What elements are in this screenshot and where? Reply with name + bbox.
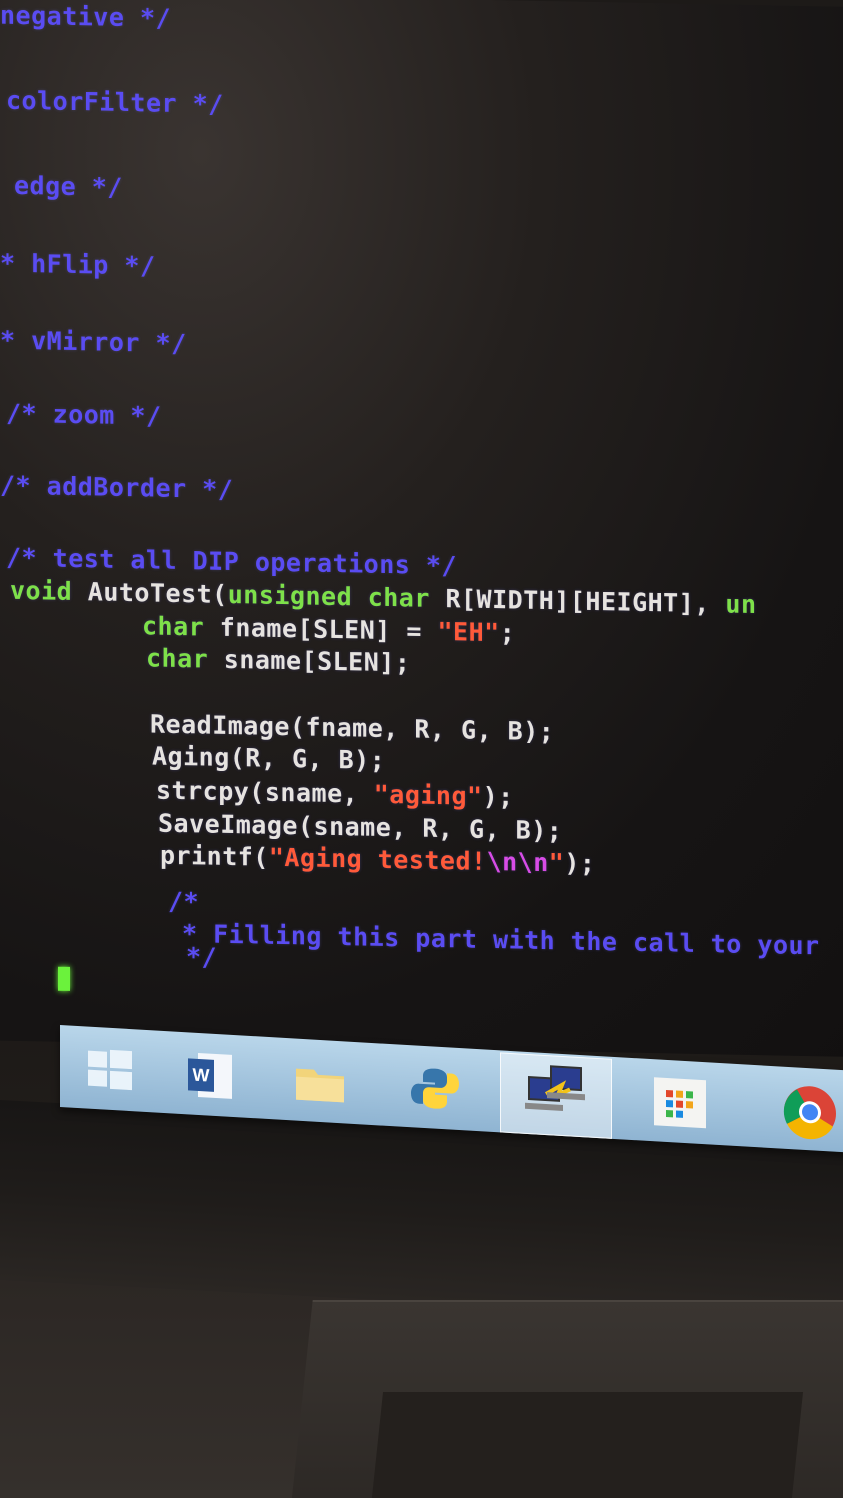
code-token-kw: void bbox=[10, 575, 88, 607]
code-token-cmt: */ bbox=[186, 942, 218, 972]
code-token-str: "aging" bbox=[373, 779, 483, 811]
code-token-txt: ); bbox=[564, 848, 596, 879]
code-line: */ bbox=[186, 942, 217, 972]
code-line: edge */ bbox=[14, 171, 123, 202]
monitor-stand bbox=[287, 1300, 843, 1498]
code-token-kw: unsigned char bbox=[227, 579, 430, 613]
chrome-icon[interactable] bbox=[770, 1080, 836, 1140]
code-token-txt: ; bbox=[499, 618, 516, 648]
code-token-cmt: /* addBorder */ bbox=[0, 470, 234, 505]
code-token-cmt: /* zoom */ bbox=[6, 398, 162, 431]
code-token-kw: un bbox=[725, 589, 757, 620]
code-token-cmt: * Filling this part with the call to you… bbox=[182, 919, 820, 961]
code-token-cmt: colorFilter */ bbox=[6, 85, 224, 119]
apps-grid-icon[interactable] bbox=[650, 1073, 710, 1132]
code-line: negative */ bbox=[0, 1, 171, 33]
code-line: * hFlip */ bbox=[0, 249, 156, 281]
stand-base bbox=[366, 1392, 804, 1498]
word-icon[interactable]: W bbox=[180, 1046, 240, 1105]
code-line: colorFilter */ bbox=[6, 86, 224, 119]
code-line: * Filling this part with the call to you… bbox=[182, 919, 820, 960]
code-token-txt: ); bbox=[482, 781, 514, 812]
svg-text:W: W bbox=[193, 1065, 210, 1086]
code-line: printf("Aging tested!\n\n"); bbox=[160, 841, 595, 878]
code-token-cmt: * hFlip */ bbox=[0, 248, 156, 281]
code-token-txt: AutoTest( bbox=[87, 577, 228, 609]
code-token-txt: sname[SLEN]; bbox=[208, 644, 411, 678]
code-token-esc: \n\n bbox=[486, 846, 549, 878]
code-line: void AutoTest(unsigned char R[WIDTH][HEI… bbox=[10, 576, 757, 619]
code-token-str: "EH" bbox=[437, 616, 500, 648]
remote-terminal-icon[interactable] bbox=[500, 1052, 612, 1139]
code-token-txt: Aging(R, G, B); bbox=[152, 741, 386, 775]
code-token-cmt: * vMirror */ bbox=[0, 325, 187, 359]
code-token-txt: SaveImage(sname, R, G, B); bbox=[158, 808, 563, 846]
code-line: /* addBorder */ bbox=[0, 471, 233, 504]
python-icon[interactable] bbox=[405, 1059, 465, 1118]
code-token-kw: char bbox=[146, 643, 209, 674]
code-token-txt: ReadImage(fname, R, G, B); bbox=[150, 709, 555, 747]
code-token-txt: fname[SLEN] = bbox=[204, 612, 438, 646]
code-line: /* zoom */ bbox=[6, 399, 162, 431]
code-line: strcpy(sname, "aging"); bbox=[156, 776, 514, 812]
code-line: char sname[SLEN]; bbox=[146, 643, 410, 677]
code-token-cmt: negative */ bbox=[0, 0, 172, 33]
code-token-str: " bbox=[548, 848, 565, 878]
code-token-txt: strcpy(sname, bbox=[156, 775, 374, 809]
code-line: SaveImage(sname, R, G, B); bbox=[158, 809, 562, 846]
code-editor[interactable]: negative */ colorFilter */ edge */ * hFlip … bbox=[0, 0, 843, 1058]
code-line: Aging(R, G, B); bbox=[152, 741, 385, 774]
code-line: /* test all DIP operations */ bbox=[6, 543, 457, 581]
code-token-cmt: /* bbox=[168, 886, 200, 917]
windows-start-icon[interactable] bbox=[80, 1040, 140, 1099]
monitor-screen: negative */ colorFilter */ edge */ * hFlip … bbox=[0, 0, 843, 1058]
code-token-txt: R[WIDTH][HEIGHT], bbox=[429, 583, 726, 619]
code-line: * vMirror */ bbox=[0, 326, 187, 359]
photo-scene: negative */ colorFilter */ edge */ * hFlip … bbox=[0, 0, 843, 1498]
text-cursor bbox=[58, 966, 70, 991]
code-token-cmt: edge */ bbox=[14, 170, 123, 202]
code-token-cmt: /* test all DIP operations */ bbox=[6, 542, 457, 581]
code-line: char fname[SLEN] = "EH"; bbox=[142, 611, 515, 647]
file-explorer-icon[interactable] bbox=[290, 1052, 350, 1111]
code-token-txt: printf( bbox=[160, 840, 269, 872]
code-token-kw: char bbox=[142, 611, 205, 642]
code-line: ReadImage(fname, R, G, B); bbox=[150, 709, 554, 746]
code-token-str: "Aging tested! bbox=[268, 842, 487, 876]
code-line: /* bbox=[168, 887, 199, 917]
